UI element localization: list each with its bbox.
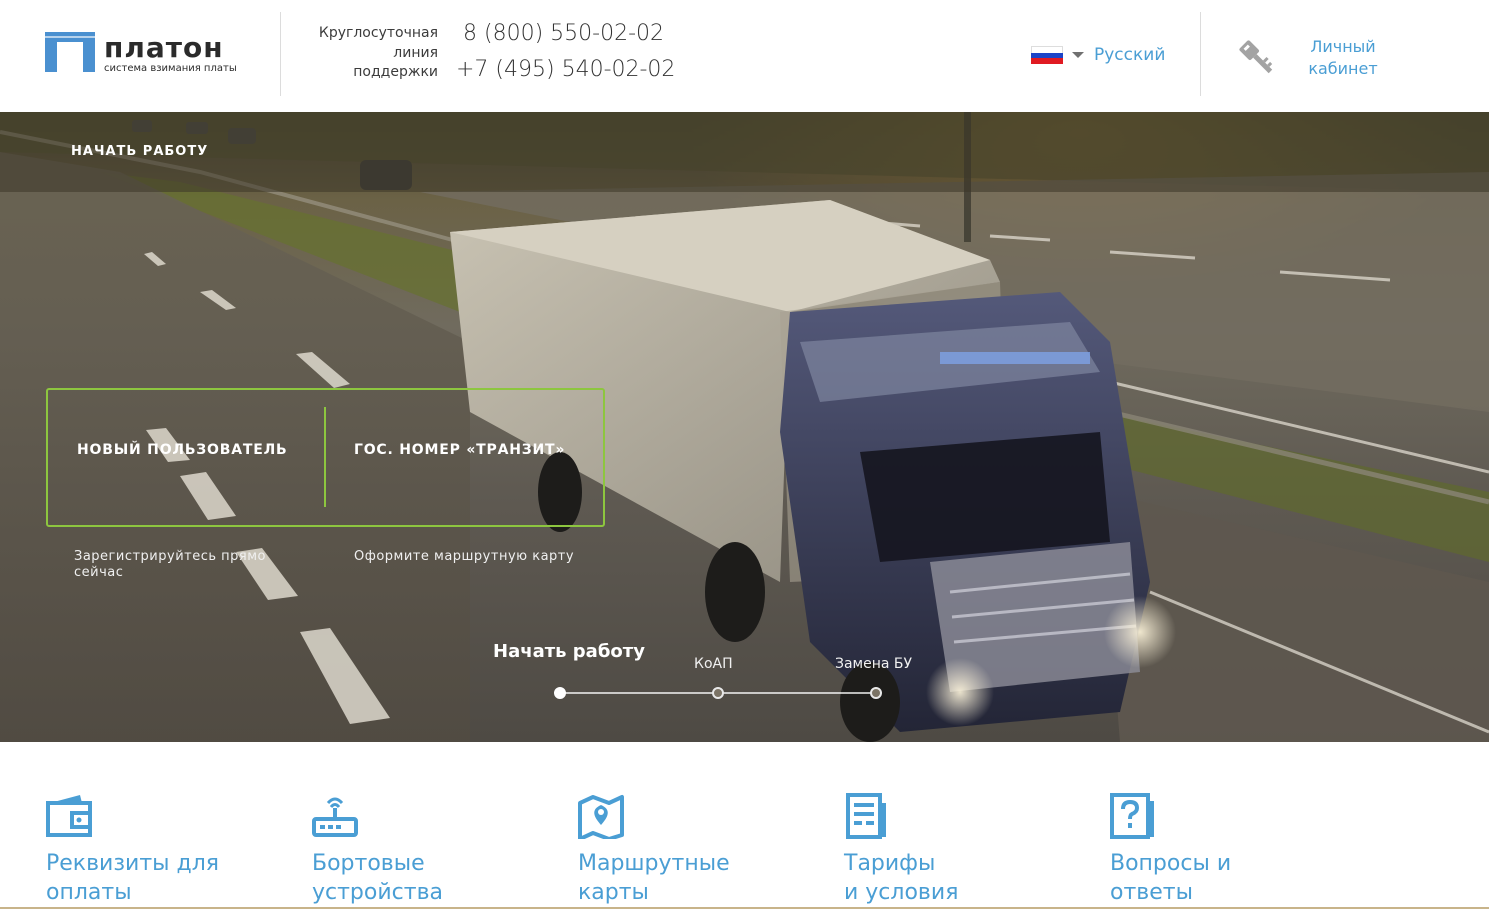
slider-dot-koap[interactable]	[712, 687, 724, 699]
logo-name: платон	[104, 31, 224, 64]
transit-plate-description: Оформите маршрутную карту	[354, 549, 575, 564]
cabinet-label: Личный кабинет	[1305, 36, 1381, 80]
nav-label-line: карты	[578, 880, 649, 905]
platon-logo[interactable]: платон система взимания платы	[45, 32, 255, 74]
actions-divider	[324, 407, 326, 507]
key-icon	[1239, 40, 1273, 74]
language-selector[interactable]: Русский	[1031, 42, 1165, 68]
nav-route-cards[interactable]: Маршрутные карты	[578, 793, 818, 907]
hero-subnav: НАЧАТЬ РАБОТУ	[0, 112, 1489, 192]
start-work-link[interactable]: НАЧАТЬ РАБОТУ	[71, 144, 208, 159]
document-icon	[846, 793, 886, 839]
question-icon	[1110, 793, 1154, 839]
nav-label: Реквизиты для оплаты	[46, 849, 286, 907]
cabinet-label-line: Личный	[1310, 37, 1376, 56]
nav-tariffs[interactable]: Тарифы и условия	[844, 793, 1084, 907]
cabinet-label-line: кабинет	[1308, 59, 1378, 78]
nav-label-line: Маршрутные	[578, 851, 730, 876]
support-label-line: поддержки	[353, 64, 438, 80]
nav-label-line: устройства	[312, 880, 444, 905]
russia-flag-icon	[1031, 46, 1063, 65]
slide-tab-replace-device[interactable]: Замена БУ	[835, 656, 912, 672]
hero-banner: НАЧАТЬ РАБОТУ НОВЫЙ ПОЛЬЗОВАТЕЛЬ ГОС. НО…	[0, 112, 1489, 742]
nav-payment-details[interactable]: Реквизиты для оплаты	[46, 793, 286, 907]
nav-label: Вопросы и ответы	[1110, 849, 1350, 907]
nav-label: Маршрутные карты	[578, 849, 818, 907]
slider-dot-start-work[interactable]	[554, 687, 566, 699]
nav-faq[interactable]: Вопросы и ответы	[1110, 793, 1350, 907]
support-label-line: линия	[393, 44, 438, 61]
nav-label: Бортовые устройства	[312, 849, 552, 907]
nav-onboard-devices[interactable]: Бортовые устройства	[312, 793, 552, 907]
caret-down-icon	[1072, 52, 1084, 58]
router-icon	[312, 797, 358, 837]
nav-label-line: Вопросы и	[1110, 851, 1232, 876]
support-label-line: Круглосуточная	[318, 25, 438, 41]
slide-tab-start-work[interactable]: Начать работу	[493, 641, 645, 662]
support-label: Круглосуточная линия поддержки	[300, 24, 438, 83]
header-divider	[1200, 12, 1201, 96]
nav-label-line: и условия	[844, 880, 959, 905]
support-phone-moscow[interactable]: +7 (495) 540-02-02	[456, 57, 675, 83]
nav-label-line: Реквизиты для	[46, 851, 220, 876]
nav-label-line: ответы	[1110, 880, 1193, 905]
nav-label-line: Тарифы	[844, 851, 936, 876]
logo-mark-icon	[45, 32, 95, 72]
transit-plate-button[interactable]: ГОС. НОМЕР «ТРАНЗИТ»	[354, 442, 565, 458]
nav-label-line: оплаты	[46, 880, 132, 905]
slider-dot-replace-device[interactable]	[870, 687, 882, 699]
header-divider	[280, 12, 281, 96]
language-label: Русский	[1094, 45, 1166, 65]
personal-cabinet-link[interactable]: Личный кабинет	[1236, 33, 1381, 83]
site-header: платон система взимания платы Круглосуто…	[0, 0, 1489, 112]
start-actions-panel: НОВЫЙ ПОЛЬЗОВАТЕЛЬ ГОС. НОМЕР «ТРАНЗИТ»	[46, 388, 605, 527]
logo-tagline: система взимания платы	[104, 63, 237, 74]
wallet-icon	[46, 795, 92, 837]
slide-tab-koap[interactable]: КоАП	[694, 656, 733, 672]
map-pin-icon	[578, 795, 624, 839]
new-user-description: Зарегистрируйтесь прямо сейчас	[74, 549, 266, 580]
nav-label-line: Бортовые	[312, 851, 425, 876]
nav-label: Тарифы и условия	[844, 849, 1084, 907]
support-phone-free[interactable]: 8 (800) 550-02-02	[463, 21, 664, 47]
new-user-button[interactable]: НОВЫЙ ПОЛЬЗОВАТЕЛЬ	[77, 442, 287, 458]
